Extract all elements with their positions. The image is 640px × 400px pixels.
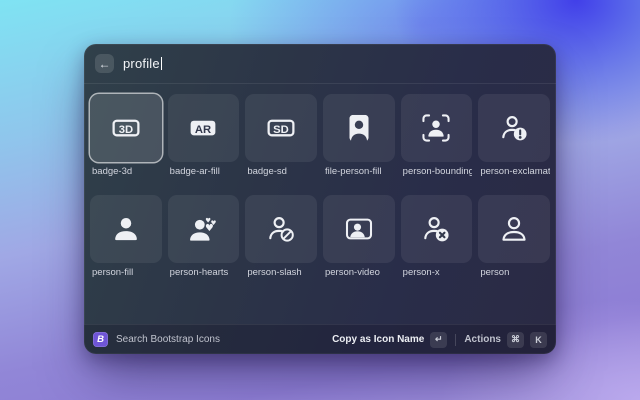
icon-label: file-person-fill	[323, 166, 395, 177]
icon-result-file-person-fill: file-person-fill	[323, 94, 395, 177]
person-fill-icon	[111, 214, 141, 244]
grid-cell[interactable]	[478, 94, 550, 162]
icon-result-person-slash: person-slash	[245, 195, 317, 278]
arrow-left-icon: ←	[99, 58, 111, 70]
svg-text:AR: AR	[195, 124, 211, 136]
footer-divider	[455, 334, 456, 346]
badge-3d-icon: 3D	[111, 113, 141, 143]
enter-key-badge: ↵	[430, 332, 447, 348]
icon-label: person-video	[323, 267, 395, 278]
k-key-badge: K	[530, 332, 547, 348]
person-bounding-box-icon	[421, 113, 451, 143]
icon-label: badge-sd	[245, 166, 317, 177]
icon-result-badge-ar-fill: AR badge-ar-fill	[168, 94, 240, 177]
icon-result-person-fill: person-fill	[90, 195, 162, 278]
person-exclamation-icon	[499, 113, 529, 143]
badge-ar-fill-icon: AR	[188, 113, 218, 143]
grid-cell[interactable]: ♥ ♥ ♥	[168, 195, 240, 263]
search-input[interactable]: profile	[123, 56, 162, 71]
grid-cell[interactable]	[401, 94, 473, 162]
grid-cell[interactable]	[401, 195, 473, 263]
grid-cell[interactable]	[90, 195, 162, 263]
grid-cell[interactable]	[478, 195, 550, 263]
icon-label: person-exclamati…	[478, 166, 550, 177]
icon-label: person	[478, 267, 550, 278]
icon-result-person: person	[478, 195, 550, 278]
launcher-window: ← profile 3D badge-3d AR badge-ar-fill S…	[84, 44, 556, 354]
grid-cell[interactable]	[245, 195, 317, 263]
grid-cell[interactable]: 3D	[90, 94, 162, 162]
search-bar: ← profile	[84, 44, 556, 84]
icon-result-badge-3d: 3D badge-3d	[90, 94, 162, 177]
footer-app-label: Search Bootstrap Icons	[116, 334, 220, 345]
icon-label: badge-ar-fill	[168, 166, 240, 177]
footer-bar: B Search Bootstrap Icons Copy as Icon Na…	[84, 324, 556, 354]
icon-result-person-bounding-box: person-bounding…	[401, 94, 473, 177]
icon-label: person-bounding…	[401, 166, 473, 177]
back-button[interactable]: ←	[95, 54, 114, 73]
icon-result-badge-sd: SD badge-sd	[245, 94, 317, 177]
icon-result-person-video: person-video	[323, 195, 395, 278]
svg-text:3D: 3D	[119, 124, 133, 136]
badge-sd-icon: SD	[266, 113, 296, 143]
icon-label: badge-3d	[90, 166, 162, 177]
person-x-icon	[421, 214, 451, 244]
svg-text:SD: SD	[273, 124, 289, 136]
search-query-text: profile	[123, 56, 160, 71]
copy-as-icon-name-button[interactable]: Copy as Icon Name ↵	[332, 332, 447, 348]
grid-cell[interactable]	[323, 195, 395, 263]
file-person-fill-icon	[344, 113, 374, 143]
person-hearts-icon: ♥ ♥ ♥	[188, 214, 218, 244]
icon-label: person-slash	[245, 267, 317, 278]
grid-cell[interactable]: SD	[245, 94, 317, 162]
grid-cell[interactable]	[323, 94, 395, 162]
cmd-key-badge: ⌘	[507, 332, 524, 348]
icon-result-person-x: person-x	[401, 195, 473, 278]
icon-label: person-x	[401, 267, 473, 278]
person-slash-icon	[266, 214, 296, 244]
person-video-icon	[344, 214, 374, 244]
icon-result-person-exclamation: person-exclamati…	[478, 94, 550, 177]
footer-actions: Copy as Icon Name ↵ Actions ⌘ K	[332, 332, 547, 348]
grid-cell[interactable]: AR	[168, 94, 240, 162]
bootstrap-logo-icon: B	[93, 332, 108, 347]
primary-action-label: Copy as Icon Name	[332, 334, 424, 345]
actions-label: Actions	[464, 334, 501, 345]
text-caret	[161, 57, 163, 70]
icon-label: person-fill	[90, 267, 162, 278]
icon-result-person-hearts: ♥ ♥ ♥ person-hearts	[168, 195, 240, 278]
icon-grid: 3D badge-3d AR badge-ar-fill SD badge-sd…	[84, 84, 556, 323]
person-icon	[499, 214, 529, 244]
actions-button[interactable]: Actions ⌘ K	[464, 332, 547, 348]
svg-text:♥: ♥	[211, 219, 217, 227]
icon-label: person-hearts	[168, 267, 240, 278]
